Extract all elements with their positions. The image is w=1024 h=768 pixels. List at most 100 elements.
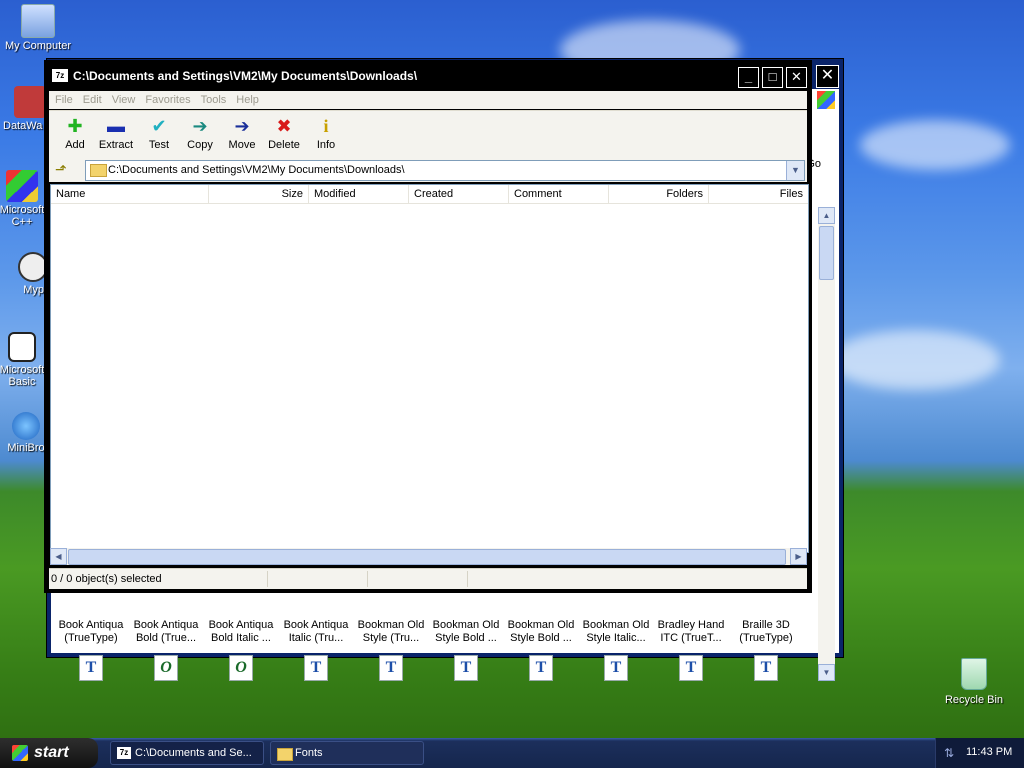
column-created[interactable]: Created [409, 185, 509, 203]
font-item-name: Bookman Old Style (Tru... [357, 619, 425, 644]
extract-button[interactable]: ▬ Extract [95, 113, 137, 151]
up-folder-icon[interactable]: ⬏ [55, 161, 71, 177]
desktop-icon-label: MiniBro [7, 442, 45, 454]
delete-label: Delete [268, 139, 300, 151]
scroll-right-button[interactable]: ▶ [790, 548, 807, 565]
7zip-app-icon[interactable]: 7z [52, 69, 68, 82]
menu-tools[interactable]: Tools [201, 91, 227, 109]
taskbar: start 7z C:\Documents and Se... Fonts ⇅ … [0, 738, 1024, 768]
taskbar-item-7zip[interactable]: 7z C:\Documents and Se... [110, 741, 264, 765]
column-comment[interactable]: Comment [509, 185, 609, 203]
start-label: start [34, 744, 69, 761]
move-button[interactable]: ➔ Move [222, 113, 262, 151]
desktop-icon-microsoft-basic[interactable]: Microsoft Basic [0, 332, 48, 388]
column-files[interactable]: Files [709, 185, 808, 203]
system-tray: ⇅ 11:43 PM [935, 738, 1024, 768]
close-button[interactable]: ✕ [786, 67, 807, 88]
desktop-icon-myp[interactable]: Myp [0, 252, 48, 296]
font-item[interactable]: Book Antiqua Bold (True... O [130, 619, 202, 681]
font-item[interactable]: Book Antiqua Bold Italic ... O [205, 619, 277, 681]
7zip-app-icon: 7z [117, 747, 131, 759]
chevron-down-icon[interactable]: ▼ [786, 161, 804, 180]
test-button[interactable]: ✔ Test [139, 113, 179, 151]
column-header: Name Size Modified Created Comment Folde… [51, 185, 808, 204]
title-bar[interactable]: 7z C:\Documents and Settings\VM2\My Docu… [45, 61, 811, 91]
menu-edit[interactable]: Edit [83, 91, 102, 109]
opentype-font-icon: O [229, 655, 253, 681]
taskbar-item-fonts[interactable]: Fonts [270, 741, 424, 765]
status-divider [467, 571, 468, 587]
minus-icon: ▬ [107, 116, 125, 136]
scroll-up-button[interactable]: ▲ [818, 207, 835, 224]
font-item-name: Bookman Old Style Italic... [582, 619, 650, 644]
menu-view[interactable]: View [112, 91, 136, 109]
font-item[interactable]: Braille 3D (TrueType) T [730, 619, 802, 681]
desktop-icon-label: My Computer [4, 40, 72, 52]
desktop-icon-label: Microsoft C++ [0, 204, 45, 228]
delete-button[interactable]: ✖ Delete [264, 113, 304, 151]
info-button[interactable]: i Info [306, 113, 346, 151]
arrow-right-icon: ➔ [234, 116, 250, 136]
clock[interactable]: 11:43 PM [966, 746, 1012, 758]
column-modified[interactable]: Modified [309, 185, 409, 203]
font-item[interactable]: Book Antiqua Italic (Tru... T [280, 619, 352, 681]
scroll-left-button[interactable]: ◀ [50, 548, 67, 565]
menu-file[interactable]: File [55, 91, 73, 109]
opentype-font-icon: O [154, 655, 178, 681]
browser-icon [12, 412, 40, 440]
truetype-font-icon: T [754, 655, 778, 681]
desktop-icon-microsoft-cpp[interactable]: Microsoft C++ [0, 170, 48, 228]
status-divider [267, 571, 268, 587]
truetype-font-icon: T [79, 655, 103, 681]
truetype-font-icon: T [679, 655, 703, 681]
font-item-name: Bradley Hand ITC (TrueT... [657, 619, 725, 644]
address-bar: ⬏ C:\Documents and Settings\VM2\My Docum… [49, 158, 807, 182]
shortcut-icon [14, 86, 46, 118]
desktop-icon-label: DataWa [3, 120, 43, 132]
add-button[interactable]: ✚ Add [55, 113, 95, 151]
scroll-down-button[interactable]: ▼ [818, 664, 835, 681]
desktop-icon-minibro[interactable]: MiniBro [6, 412, 46, 454]
fonts-window-close-button[interactable]: ✕ [816, 65, 839, 88]
7zip-window[interactable]: 7z C:\Documents and Settings\VM2\My Docu… [44, 60, 812, 593]
menu-help[interactable]: Help [236, 91, 259, 109]
font-item[interactable]: Bookman Old Style Italic... T [580, 619, 652, 681]
move-label: Move [228, 139, 256, 151]
start-button[interactable]: start [0, 738, 98, 768]
font-item[interactable]: Bradley Hand ITC (TrueT... T [655, 619, 727, 681]
address-text[interactable]: C:\Documents and Settings\VM2\My Documen… [108, 164, 405, 176]
font-item[interactable]: Bookman Old Style Bold ... T [430, 619, 502, 681]
network-icon[interactable]: ⇅ [944, 746, 958, 760]
status-divider [367, 571, 368, 587]
font-item[interactable]: Bookman Old Style Bold ... T [505, 619, 577, 681]
maximize-button[interactable]: □ [762, 67, 783, 88]
minimize-button[interactable]: _ [738, 67, 759, 88]
scroll-thumb[interactable] [819, 226, 834, 280]
taskbar-item-label: Fonts [295, 747, 323, 759]
font-item-name: Bookman Old Style Bold ... [507, 619, 575, 644]
desktop-icon-recycle-bin[interactable]: Recycle Bin [940, 658, 1008, 706]
recycle-bin-label: Recycle Bin [944, 694, 1004, 706]
column-folders[interactable]: Folders [609, 185, 709, 203]
scroll-thumb[interactable] [68, 549, 786, 565]
menu-favorites[interactable]: Favorites [145, 91, 190, 109]
fonts-vertical-scrollbar[interactable]: ▲ ▼ [818, 207, 835, 681]
desktop-icon-my-computer[interactable]: My Computer [0, 4, 76, 52]
font-item-name: Book Antiqua Bold Italic ... [208, 619, 274, 644]
file-list[interactable]: Name Size Modified Created Comment Folde… [50, 184, 809, 553]
font-item[interactable]: Book Antiqua (TrueType) T [55, 619, 127, 681]
font-item-name: Book Antiqua Italic (Tru... [283, 619, 349, 644]
column-size[interactable]: Size [209, 185, 309, 203]
column-name[interactable]: Name [51, 185, 209, 203]
plus-icon: ✚ [67, 116, 83, 136]
arrow-right-icon: ➔ [192, 116, 208, 136]
horizontal-scrollbar[interactable]: ◀ ▶ [50, 548, 807, 565]
windows-logo-icon [817, 91, 835, 109]
desktop-icon-label: Microsoft Basic [0, 364, 45, 388]
window-title: C:\Documents and Settings\VM2\My Documen… [73, 69, 418, 83]
copy-button[interactable]: ➔ Copy [180, 113, 220, 151]
fonts-list: Book Antiqua (TrueType) T Book Antiqua Bo… [55, 619, 815, 681]
visual-studio-icon [6, 170, 38, 202]
font-item[interactable]: Bookman Old Style (Tru... T [355, 619, 427, 681]
address-combobox[interactable]: C:\Documents and Settings\VM2\My Documen… [85, 160, 805, 181]
